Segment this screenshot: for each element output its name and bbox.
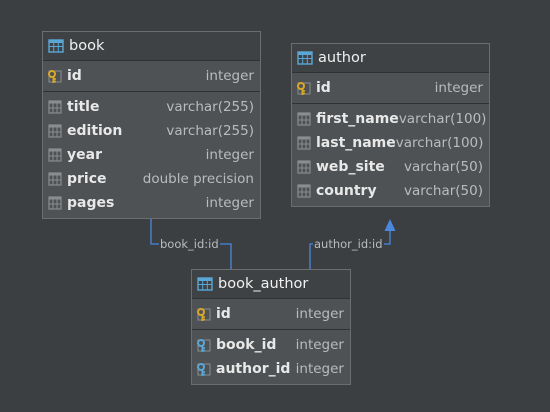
column-name: country [316, 183, 377, 199]
column-row-id[interactable]: id integer [292, 76, 489, 100]
column-name: id [316, 80, 331, 96]
column-name: last_name [316, 135, 396, 151]
primary-key-icon [297, 82, 311, 95]
primary-key-icon [48, 70, 62, 83]
column-icon [48, 196, 62, 210]
column-icon [297, 184, 311, 198]
table-book-author-title: book_author [218, 276, 309, 292]
column-type: varchar(100) [398, 111, 487, 127]
table-author-header[interactable]: author [292, 44, 489, 73]
table-icon [197, 277, 213, 291]
column-type: integer [205, 147, 254, 163]
column-icon [48, 148, 62, 162]
column-name: book_id [216, 337, 277, 353]
column-icon [48, 124, 62, 138]
column-type: double precision [142, 171, 254, 187]
column-name: author_id [216, 361, 291, 377]
column-row-book-id[interactable]: book_id integer [192, 333, 350, 357]
column-type: integer [295, 337, 344, 353]
column-icon [297, 112, 311, 126]
primary-key-icon [197, 308, 211, 321]
column-type: varchar(50) [403, 183, 483, 199]
table-author-title: author [318, 50, 366, 66]
column-row-web-site[interactable]: web_site varchar(50) [292, 155, 489, 179]
column-name: edition [67, 123, 123, 139]
column-row-country[interactable]: country varchar(50) [292, 179, 489, 203]
table-icon [297, 51, 313, 65]
column-icon [48, 100, 62, 114]
column-icon [297, 160, 311, 174]
column-row-pages[interactable]: pages integer [43, 191, 260, 215]
table-book-author[interactable]: book_author id integer book_id integer a… [191, 269, 351, 385]
column-name: first_name [316, 111, 399, 127]
column-type: varchar(255) [166, 123, 254, 139]
table-book-author-header[interactable]: book_author [192, 270, 350, 299]
table-icon [48, 39, 64, 53]
column-name: price [67, 171, 107, 187]
column-name: web_site [316, 159, 385, 175]
column-row-last-name[interactable]: last_name varchar(100) [292, 131, 489, 155]
author-arrowhead [384, 219, 396, 231]
column-type: varchar(50) [403, 159, 483, 175]
column-name: id [216, 306, 231, 322]
column-type: varchar(255) [166, 99, 254, 115]
table-author[interactable]: author id integer first_name varchar(100… [291, 43, 490, 207]
column-type: integer [295, 361, 344, 377]
column-row-first-name[interactable]: first_name varchar(100) [292, 107, 489, 131]
column-icon [297, 136, 311, 150]
table-book[interactable]: book id integer title varchar(255) editi… [42, 31, 261, 219]
column-name: year [67, 147, 102, 163]
column-row-id[interactable]: id integer [192, 302, 350, 326]
author-relation-label: author_id:id [313, 237, 384, 251]
column-type: varchar(100) [395, 135, 484, 151]
column-type: integer [205, 195, 254, 211]
column-row-year[interactable]: year integer [43, 143, 260, 167]
foreign-key-icon [197, 339, 211, 352]
book-relation-label: book_id:id [159, 237, 220, 251]
column-name: id [67, 68, 82, 84]
column-row-edition[interactable]: edition varchar(255) [43, 119, 260, 143]
column-type: integer [434, 80, 483, 96]
foreign-key-icon [197, 363, 211, 376]
column-name: title [67, 99, 100, 115]
column-icon [48, 172, 62, 186]
column-name: pages [67, 195, 115, 211]
column-row-author-id[interactable]: author_id integer [192, 357, 350, 381]
column-row-title[interactable]: title varchar(255) [43, 95, 260, 119]
column-row-price[interactable]: price double precision [43, 167, 260, 191]
column-row-id[interactable]: id integer [43, 64, 260, 88]
column-type: integer [205, 68, 254, 84]
table-book-header[interactable]: book [43, 32, 260, 61]
table-book-title: book [69, 38, 105, 54]
column-type: integer [295, 306, 344, 322]
